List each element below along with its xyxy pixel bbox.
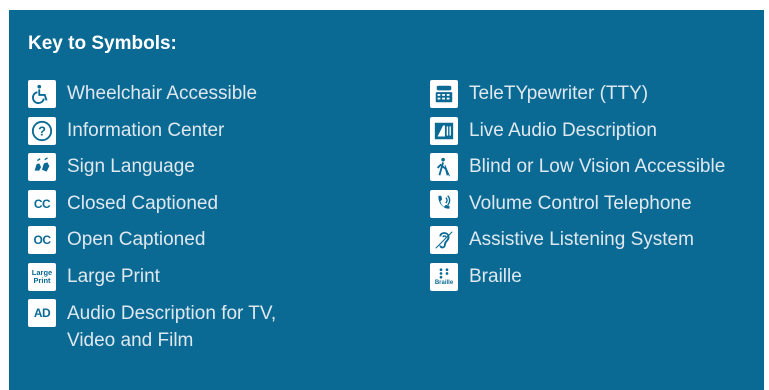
large-print-icon: Large Print [28,262,56,291]
open-captioned-icon: OC [28,226,56,254]
symbol-closed-captioned: CC Closed Captioned [28,189,307,227]
symbol-label: Sign Language [67,156,195,177]
symbol-volume-control-telephone: Volume Control Telephone [430,189,725,227]
symbol-tty: TeleTYpewriter (TTY) [430,80,725,117]
svg-text:?: ? [38,123,46,138]
symbol-label: Large Print [67,265,160,287]
symbol-label: Volume Control Telephone [469,192,692,214]
symbol-label: Blind or Low Vision Accessible [469,156,726,177]
key-title: Key to Symbols: [28,33,177,54]
symbol-label: Braille [469,265,522,287]
volume-control-telephone-icon [430,189,458,218]
symbol-label: Information Center [67,119,225,141]
symbol-audio-description: AD Audio Description for TV, Video and F… [28,299,307,354]
symbol-assistive-listening: Assistive Listening System [430,226,725,263]
symbol-blind-low-vision: Blind or Low Vision Accessible [430,153,725,190]
symbol-label: Closed Captioned [67,192,219,214]
braille-icon: Braille [430,262,458,291]
information-icon: ? [28,116,56,145]
symbol-label: TeleTYpewriter (TTY) [469,83,649,104]
blind-low-vision-icon [430,153,458,181]
symbols-left-column: Wheelchair Accessible ? Information Cent… [28,80,307,354]
symbols-right-column: TeleTYpewriter (TTY) Live Audio Descript… [430,80,725,299]
symbol-wheelchair: Wheelchair Accessible [28,80,307,117]
assistive-listening-icon [430,226,458,254]
symbol-label: Open Captioned [67,229,206,250]
symbol-label: Wheelchair Accessible [67,83,258,104]
sign-language-icon [28,153,56,181]
symbol-live-audio-description: Live Audio Description [430,116,725,154]
symbol-information-center: ? Information Center [28,116,307,154]
live-audio-description-icon [430,116,458,145]
symbol-open-captioned: OC Open Captioned [28,226,307,263]
tty-icon [430,80,458,108]
wheelchair-icon [28,80,56,108]
symbol-label: Audio Description for TV, Video and Film [67,303,277,351]
symbol-label: Live Audio Description [469,119,657,141]
braille-icon-label: Braille [434,280,454,286]
symbol-braille: Braille Braille [430,262,725,300]
audio-description-icon: AD [28,299,56,327]
symbol-label: Assistive Listening System [469,229,694,250]
closed-captioned-icon: CC [28,189,56,218]
symbol-sign-language: Sign Language [28,153,307,190]
symbol-large-print: Large Print Large Print [28,262,307,300]
